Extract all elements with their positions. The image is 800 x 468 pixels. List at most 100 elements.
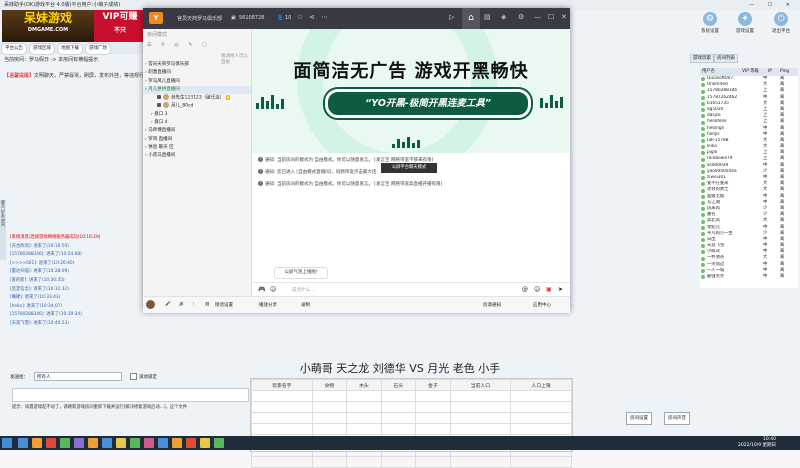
table-header-cell: 石头 [380,379,417,391]
home-icon[interactable]: ⌂ [462,8,480,29]
channel-sidebar: 房间模式 ☰ ⚲ ◎ ✎ ▢ 邀请他人可以直接 › 官员天商罗马俱乐部 › 刺激直… [143,29,252,312]
taskbar-app-icon[interactable] [46,438,56,448]
star-icon[interactable]: ☆ [297,13,303,21]
play-share[interactable]: 播放分享 [259,302,277,308]
toolbar-game-area[interactable]: 游戏区域 [29,43,55,55]
mic-icon[interactable]: 🎤 [165,302,171,307]
exit-platform-button[interactable]: ⏻ 退出平台 [766,12,796,34]
taskbar-app-icon[interactable] [102,438,112,448]
taskbar-app-icon[interactable] [214,438,224,448]
channel-item[interactable]: › 罗马风儿直播间 [143,78,251,86]
game-settings-button[interactable]: ✦ 游戏设置 [730,12,760,34]
taskbar-app-icon[interactable] [186,438,196,448]
channel-item[interactable]: › 盘口 3 [143,111,251,119]
avatar[interactable] [146,300,155,309]
app-center[interactable]: 应用中心 [533,302,551,308]
list-icon[interactable]: ▤ [484,13,491,21]
voice-chat-window: Y 官员天商罗马俱乐部 ▣ 56108728 👤 10 ☆ ⋖ ⋯ ▷ ⌂ ▤ … [143,8,570,313]
channel-item[interactable]: › 刺激直播间 [143,69,251,77]
tab-rooms[interactable]: 房间列表 [714,54,738,63]
channel-id-icon: ▣ [231,15,236,21]
system-clock[interactable]: 10:40 2022/10/9 星期日 [738,437,776,449]
bubble-tip[interactable]: 公屏气泡上线啦! [274,267,328,279]
vip-banner[interactable]: VIP可赚 不只 [94,10,146,42]
taskbar: 10:40 2022/10/9 星期日 [0,436,800,450]
promo-banner[interactable]: 面简洁无广告 游戏开黑畅快 “YO开黑-极简开黑连麦工具” [252,29,570,153]
taskbar-app-icon[interactable] [200,438,210,448]
channel-item[interactable]: › 休息 聊天 区 [143,144,251,152]
more-icon[interactable]: ⋯ [321,13,328,21]
col-ping[interactable]: Ping [780,68,789,76]
channel-user[interactable]: 月儿_80cd [143,102,251,110]
col-name[interactable]: 用户名 [702,68,715,76]
emoji-icon[interactable]: ☺ [270,286,276,293]
start-button[interactable] [2,438,12,448]
notice-icon: ! [258,181,263,186]
player-row[interactable]: 最强笑笑 中 离 [700,274,798,280]
taskbar-app-icon[interactable] [18,438,28,448]
room-sound-button[interactable]: 房间声音 [664,412,690,425]
side-tabs[interactable]: 聊天 好友 房间 [0,200,6,260]
toolbar-announce[interactable]: 平台公告 [1,43,27,55]
channel-user[interactable]: 浪先生123123（破迁连） V [143,94,251,102]
chat-input-row[interactable]: 🎮 ☺ 说点什么... @ ☺ ▣ ➤ [252,282,570,297]
scroll-lock-checkbox[interactable]: 滚动锁定 [130,373,157,380]
room-notify[interactable]: 房源通知 [483,302,501,308]
channel-item[interactable]: › 马师傅直播间 [143,127,251,135]
speaker-icon[interactable]: 🔊 [179,302,185,307]
gamepad-emoji-icon[interactable]: 🎮 [258,286,265,293]
online-status-icon [701,262,705,267]
speak-settings[interactable]: 接话设置 [215,302,233,308]
online-status-icon [701,269,705,273]
taskbar-app-icon[interactable] [172,438,182,448]
table-header-cell: 金子 [415,379,451,391]
video-icon[interactable]: ▷ [449,13,454,21]
avatar [163,102,169,109]
mixer-icon[interactable]: ⫶ [193,302,194,308]
online-status-icon [701,77,705,82]
taskbar-app-icon[interactable] [130,438,140,448]
table-header-row: 玩家名字 食物 木头 石头 金子 当前人口 人口上限 [251,379,572,391]
image-icon[interactable]: ▣ [546,286,552,293]
record-button[interactable]: 录制 [301,302,310,308]
channel-item[interactable]: › 月儿拼拼直播间 [143,85,251,95]
taskbar-app-icon[interactable] [144,438,154,448]
mention-icon[interactable]: @ [522,286,528,293]
room-settings-button[interactable]: 房间设置 [626,412,652,425]
channel-item[interactable]: › 盘口 4 [143,119,251,127]
taskbar-app-icon[interactable] [158,438,168,448]
online-status-icon [701,163,705,168]
room-link[interactable]: 当前房间：罗马假日 -> 本房间有横幅提示 [4,56,144,63]
taskbar-app-icon[interactable] [74,438,84,448]
channel-item[interactable]: › 官员天商罗马俱乐部 [143,61,251,69]
sidebar-icon-row[interactable]: ☰ ⚲ ◎ ✎ ▢ [147,42,211,48]
taskbar-app-icon[interactable] [88,438,98,448]
system-settings-button[interactable]: ⚙ 系统设置 [695,12,725,34]
taskbar-app-icon[interactable] [60,438,70,448]
channel-item[interactable]: › 罗哥 直播间 [143,136,251,144]
platform-message-input[interactable] [12,388,249,402]
settings-icon[interactable]: ⚙ [518,13,524,21]
col-level[interactable]: VIP 等级 [742,68,759,76]
more-tools-icon[interactable]: ▥ [205,302,209,307]
col-ip[interactable]: IP [768,68,772,76]
emoji-picker-icon[interactable]: ☺ [534,286,540,293]
maximize-icon[interactable]: ☐ [548,13,554,21]
minimize-icon[interactable]: — [534,13,541,21]
checkbox-box[interactable] [130,373,137,380]
send-icon[interactable]: ➤ [558,286,563,293]
gamepad-icon[interactable]: ◈ [501,13,506,21]
taskbar-app-icon[interactable] [116,438,126,448]
online-status-icon [701,225,705,230]
taskbar-app-icon[interactable] [32,438,42,448]
window-controls[interactable]: — ☐ ✕ [749,0,796,10]
send-to-select[interactable]: 所有人 [34,372,122,381]
channel-item[interactable]: › 小黑马直播间 [143,152,251,160]
tab-players[interactable]: 游戏玩家 [690,54,714,63]
table-row [251,423,572,435]
chat-input-placeholder[interactable]: 说点什么... [292,287,314,293]
toolbar-map-download[interactable]: 地图下载 [57,43,83,55]
toolbar-game-plaza[interactable]: 游戏广场 [85,43,111,55]
share-icon[interactable]: ⋖ [309,13,315,21]
close-icon[interactable]: ✕ [561,13,567,21]
